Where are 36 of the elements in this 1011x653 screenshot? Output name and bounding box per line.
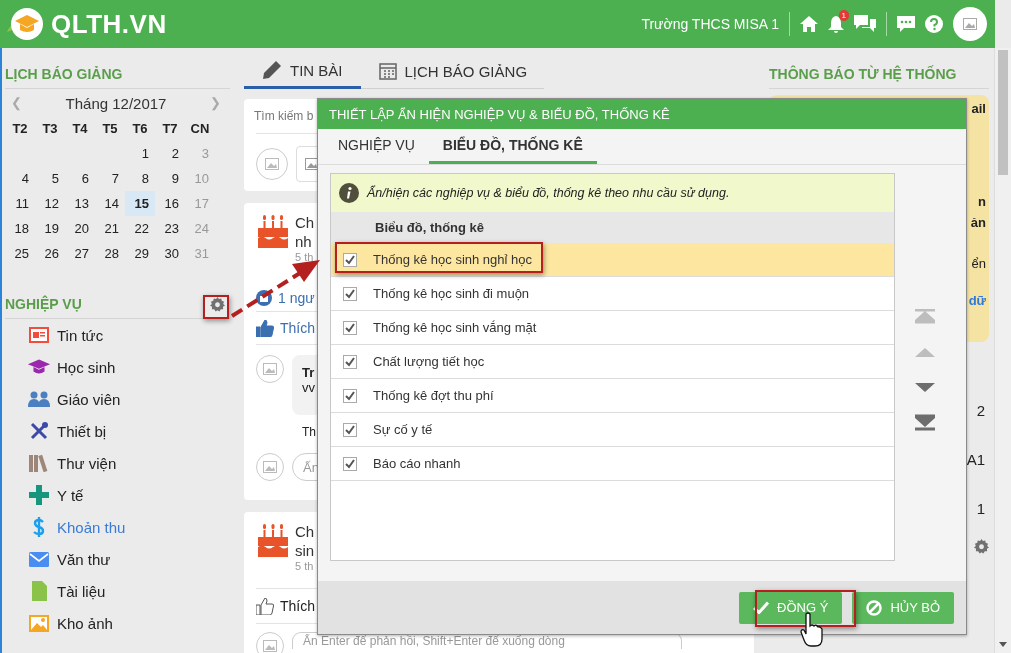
row-label: Báo cáo nhanh [373, 456, 461, 471]
post-title: nh [295, 232, 313, 251]
weekday-label: T2 [11, 120, 29, 138]
row-label: Thống kê học sinh đi muộn [373, 286, 530, 301]
post-time: 5 th [295, 560, 315, 572]
notice-text: ản [970, 215, 986, 230]
post-time: 5 th [295, 251, 315, 263]
row-label: Thống kê học sinh nghỉ học [373, 252, 532, 267]
section-title: NGHIỆP VỤ [5, 296, 82, 312]
notice-text: n [978, 194, 986, 209]
section-title: LỊCH BÁO GIẢNG [5, 48, 230, 89]
post-title: sin [295, 541, 315, 560]
weekday-label: T4 [71, 120, 89, 138]
row-label: Thống kê học sinh vắng mặt [373, 320, 537, 335]
row-label: Sự cố y tế [373, 422, 433, 437]
weekday-label: CN [189, 120, 211, 138]
post-title: Ch [295, 213, 315, 232]
dialog-title: THIẾT LẬP ẨN HIỆN NGHIỆP VỤ & BIỂU ĐỒ, THỐNG KÊ [318, 99, 966, 129]
weekday-label: T7 [161, 120, 179, 138]
comment-text: vv [302, 380, 315, 395]
column-header: Biểu đồ, thống kê [331, 212, 895, 243]
notice-text: ển [971, 256, 986, 271]
row-label: Chất lượng tiết học [373, 354, 485, 369]
info-text: Ẩn/hiện các nghiệp vụ & biểu đồ, thống kê theo nhu cầu sử dụng. [367, 186, 730, 200]
notification-badge: 1 [838, 9, 849, 21]
weekday-label: T6 [131, 120, 149, 138]
list-text: A1 [966, 451, 985, 468]
month-label: Tháng 12/2017 [65, 95, 167, 112]
list-text: 1 [976, 500, 985, 517]
section-title: THÔNG BÁO TỪ HỆ THỐNG [769, 48, 989, 89]
list-text: 2 [976, 402, 985, 419]
post-title: Ch [295, 522, 315, 541]
weekday-label: T3 [41, 120, 59, 138]
notice-text: ail [971, 101, 986, 116]
weekday-label: T5 [101, 120, 119, 138]
row-label: Thống kê đợt thu phí [373, 388, 494, 403]
